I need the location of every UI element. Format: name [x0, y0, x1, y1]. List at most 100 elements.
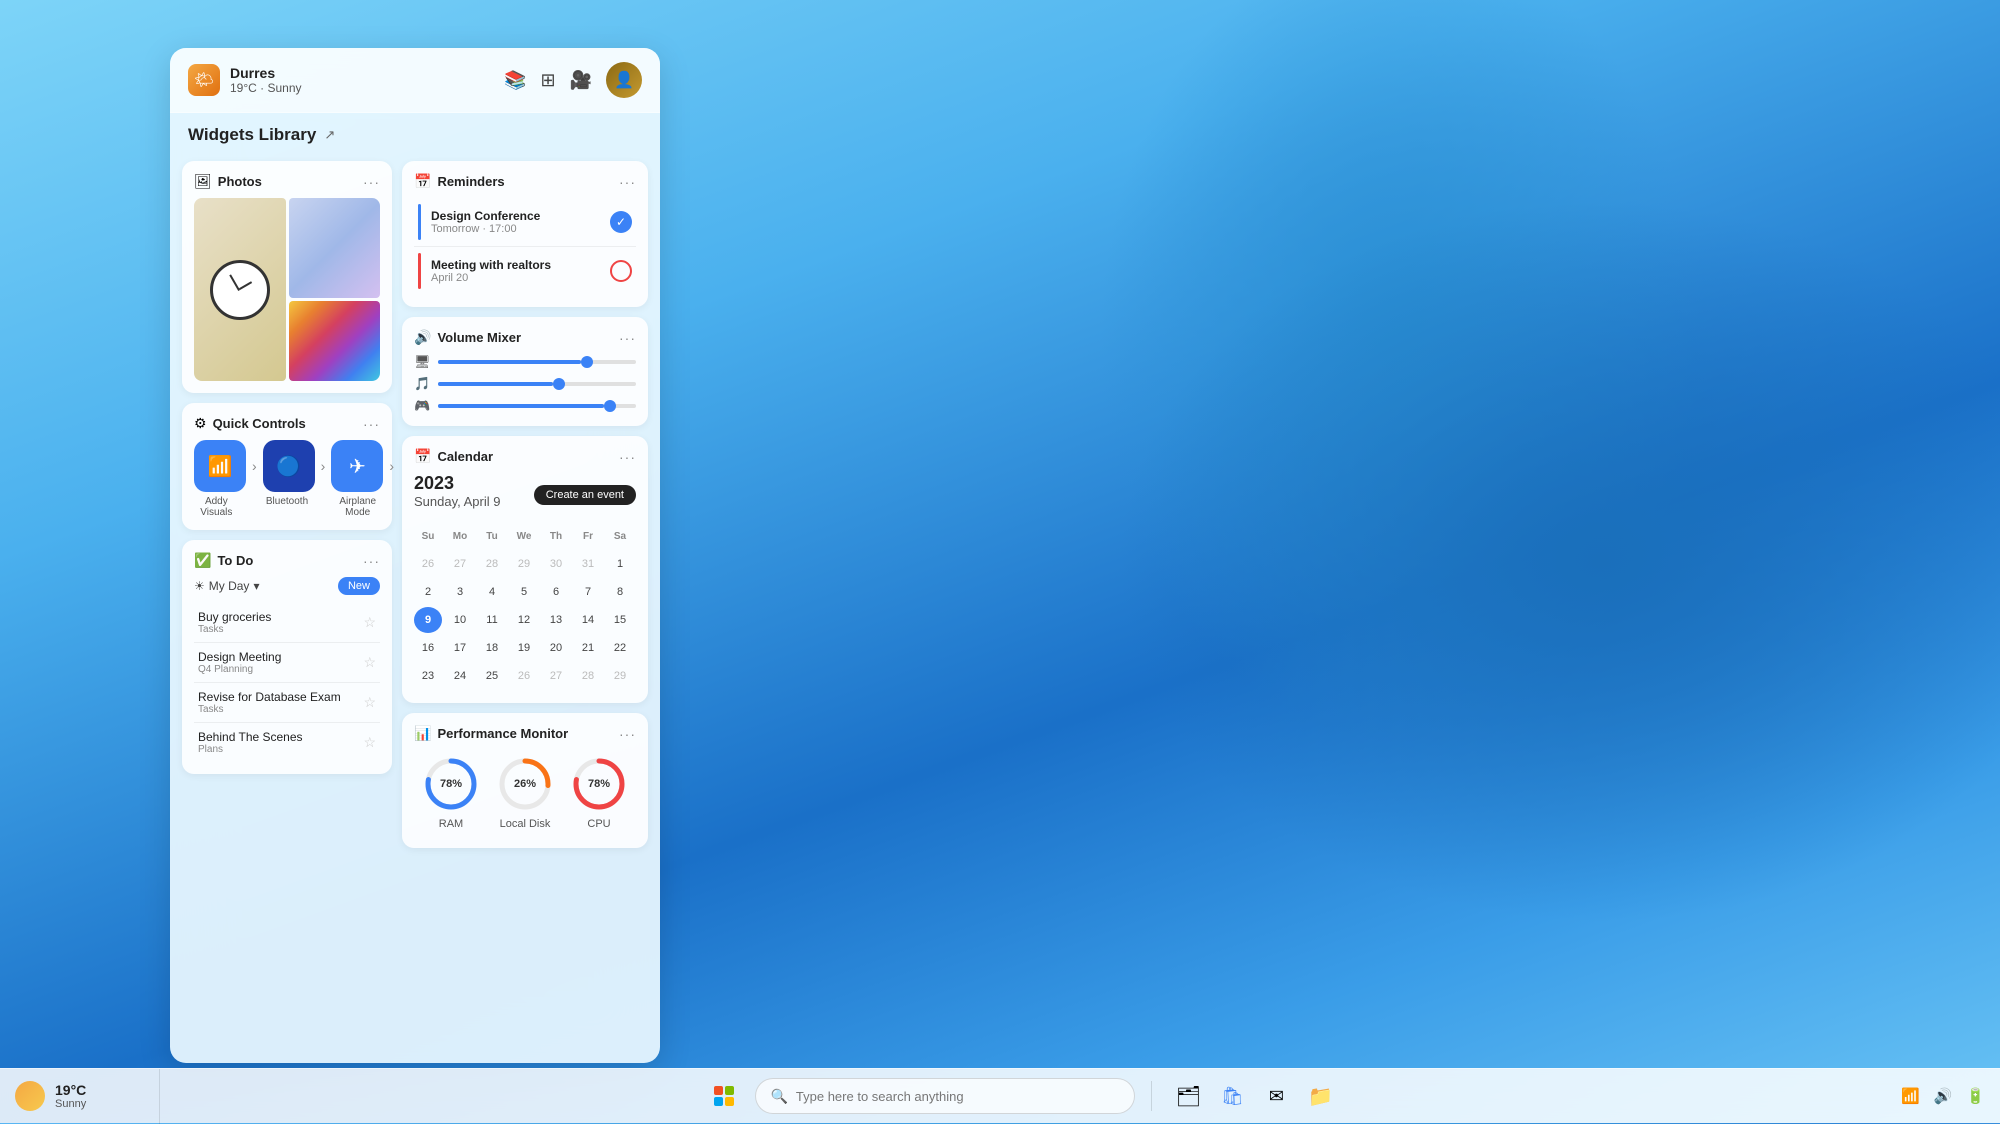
- cal-cell-10[interactable]: 10: [446, 607, 474, 633]
- vol-slider-1[interactable]: [438, 360, 636, 364]
- taskbar: 19°C Sunny 🔍 Type here to search anythin…: [0, 1068, 2000, 1123]
- todo-star-4[interactable]: ☆: [363, 734, 376, 751]
- camera-icon[interactable]: 🎥: [570, 70, 592, 91]
- taskbar-store[interactable]: 🛍: [1212, 1076, 1252, 1116]
- perf-menu[interactable]: ···: [619, 726, 636, 742]
- volume-widget: 🔊 Volume Mixer ··· 🖥 🎵: [402, 317, 648, 426]
- reminder-check-2[interactable]: [610, 260, 632, 282]
- taskbar-folder[interactable]: 📁: [1300, 1076, 1340, 1116]
- todo-star-2[interactable]: ☆: [363, 654, 376, 671]
- expand-icon[interactable]: ↗: [324, 127, 335, 143]
- qc-bluetooth-btn[interactable]: 🔵: [263, 440, 315, 492]
- cal-cell-21[interactable]: 21: [574, 635, 602, 661]
- photos-icon: 🖼: [194, 173, 212, 190]
- calendar-menu[interactable]: ···: [619, 449, 636, 465]
- cal-cell-29a[interactable]: 29: [510, 551, 538, 577]
- volume-title: Volume Mixer: [437, 330, 619, 345]
- chevron-down-icon: ▾: [253, 579, 259, 593]
- perf-ram: 78% RAM: [423, 756, 479, 830]
- qc-menu[interactable]: ···: [363, 416, 380, 432]
- cal-row-1: 26 27 28 29 30 31 1: [414, 551, 636, 577]
- cal-cell-4[interactable]: 4: [478, 579, 506, 605]
- volume-row-1: 🖥: [414, 354, 636, 370]
- cal-cell-6[interactable]: 6: [542, 579, 570, 605]
- todo-title-2: Design Meeting: [198, 650, 363, 664]
- cpu-pct: 78%: [588, 778, 610, 790]
- qc-arrow-2[interactable]: ›: [321, 458, 326, 474]
- cal-cell-25[interactable]: 25: [478, 663, 506, 689]
- reminders-menu[interactable]: ···: [619, 174, 636, 190]
- file-explorer-icon: 🗂: [1176, 1084, 1201, 1109]
- disk-pct: 26%: [514, 778, 536, 790]
- avatar[interactable]: 👤: [606, 62, 642, 98]
- cal-cell-12[interactable]: 12: [510, 607, 538, 633]
- vol-slider-2[interactable]: [438, 382, 636, 386]
- todo-star-3[interactable]: ☆: [363, 694, 376, 711]
- cal-cell-15[interactable]: 15: [606, 607, 634, 633]
- photo-cell-2: [289, 198, 381, 298]
- cal-cell-31a[interactable]: 31: [574, 551, 602, 577]
- battery-icon[interactable]: 🔋: [1966, 1087, 1985, 1105]
- cal-cell-28a[interactable]: 28: [478, 551, 506, 577]
- cal-hdr-we: We: [510, 523, 538, 549]
- cal-year: 2023: [414, 473, 500, 494]
- qc-arrow-3[interactable]: ›: [389, 458, 394, 474]
- cal-cell-17[interactable]: 17: [446, 635, 474, 661]
- taskbar-mail[interactable]: ✉: [1256, 1076, 1296, 1116]
- cal-cell-26b[interactable]: 26: [510, 663, 538, 689]
- cal-row-4: 16 17 18 19 20 21 22: [414, 635, 636, 661]
- qc-arrow-1[interactable]: ›: [252, 458, 257, 474]
- cal-cell-28b[interactable]: 28: [574, 663, 602, 689]
- cal-cell-7[interactable]: 7: [574, 579, 602, 605]
- start-button[interactable]: [705, 1077, 743, 1115]
- cal-cell-8[interactable]: 8: [606, 579, 634, 605]
- cal-cell-19[interactable]: 19: [510, 635, 538, 661]
- cal-cell-18[interactable]: 18: [478, 635, 506, 661]
- cal-cell-26a[interactable]: 26: [414, 551, 442, 577]
- reminders-header: 📅 Reminders ···: [414, 173, 636, 190]
- volume-menu[interactable]: ···: [619, 330, 636, 346]
- cal-cell-5[interactable]: 5: [510, 579, 538, 605]
- ram-circle: 78%: [423, 756, 479, 812]
- disk-circle: 26%: [497, 756, 553, 812]
- cal-cell-16[interactable]: 16: [414, 635, 442, 661]
- cal-cell-29b[interactable]: 29: [606, 663, 634, 689]
- cal-cell-1[interactable]: 1: [606, 551, 634, 577]
- taskbar-file-explorer[interactable]: 🗂: [1168, 1076, 1208, 1116]
- cal-cell-3[interactable]: 3: [446, 579, 474, 605]
- todo-menu[interactable]: ···: [363, 553, 380, 569]
- todo-star-1[interactable]: ☆: [363, 614, 376, 631]
- qc-wifi-btn[interactable]: 📶: [194, 440, 246, 492]
- cal-row-2: 2 3 4 5 6 7 8: [414, 579, 636, 605]
- todo-new-button[interactable]: New: [338, 577, 380, 595]
- cal-cell-20[interactable]: 20: [542, 635, 570, 661]
- my-day-filter[interactable]: ☀ My Day ▾: [194, 579, 259, 593]
- grid-icon[interactable]: ⊞: [540, 70, 555, 91]
- wifi-icon[interactable]: 📶: [1901, 1087, 1920, 1105]
- reminder-check-1[interactable]: ✓: [610, 211, 632, 233]
- search-icon: 🔍: [770, 1088, 787, 1105]
- cal-cell-24[interactable]: 24: [446, 663, 474, 689]
- cal-cell-27b[interactable]: 27: [542, 663, 570, 689]
- cal-cell-27a[interactable]: 27: [446, 551, 474, 577]
- cal-hdr-mo: Mo: [446, 523, 474, 549]
- cal-cell-14[interactable]: 14: [574, 607, 602, 633]
- cal-cell-9-today[interactable]: 9: [414, 607, 442, 633]
- create-event-button[interactable]: Create an event: [534, 485, 636, 505]
- cal-cell-22[interactable]: 22: [606, 635, 634, 661]
- cal-cell-11[interactable]: 11: [478, 607, 506, 633]
- vol-slider-3[interactable]: [438, 404, 636, 408]
- cal-cell-13[interactable]: 13: [542, 607, 570, 633]
- todo-title-3: Revise for Database Exam: [198, 690, 363, 704]
- search-bar[interactable]: 🔍 Type here to search anything: [755, 1078, 1135, 1114]
- cal-cell-30a[interactable]: 30: [542, 551, 570, 577]
- cal-cell-2[interactable]: 2: [414, 579, 442, 605]
- cal-cell-23[interactable]: 23: [414, 663, 442, 689]
- calendar-icon: 📅: [414, 448, 431, 465]
- qc-airplane-btn[interactable]: ✈: [331, 440, 383, 492]
- bookshelf-icon[interactable]: 📚: [504, 70, 526, 91]
- search-placeholder-text: Type here to search anything: [796, 1089, 964, 1104]
- volume-icon-tb[interactable]: 🔊: [1934, 1087, 1953, 1105]
- photos-menu[interactable]: ···: [363, 174, 380, 190]
- todo-item-4: Behind The Scenes Plans ☆: [194, 723, 380, 762]
